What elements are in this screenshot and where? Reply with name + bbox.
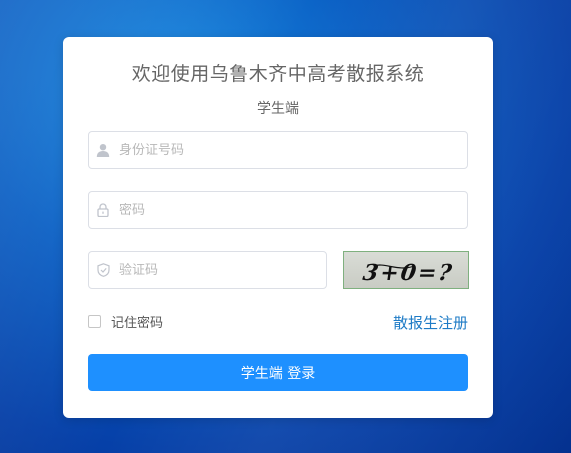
login-button[interactable]: 学生端 登录 bbox=[88, 354, 468, 391]
id-number-input[interactable] bbox=[119, 142, 422, 158]
captcha-input[interactable] bbox=[119, 262, 309, 278]
remember-checkbox[interactable] bbox=[88, 315, 101, 328]
password-field[interactable] bbox=[88, 191, 468, 229]
captcha-field[interactable] bbox=[88, 251, 327, 289]
shield-icon bbox=[96, 263, 110, 277]
password-input[interactable] bbox=[119, 202, 422, 218]
page-subtitle: 学生端 bbox=[257, 101, 299, 117]
login-card: 欢迎使用乌鲁木齐中高考散报系统 学生端 身份证号码 验证码 3+0=? 记住密码… bbox=[63, 37, 493, 418]
captcha-image[interactable]: 3+0=? bbox=[343, 251, 469, 289]
id-number-field[interactable] bbox=[88, 131, 468, 169]
captcha-text: 3+0=? bbox=[361, 260, 455, 286]
page-title: 欢迎使用乌鲁木齐中高考散报系统 bbox=[131, 63, 425, 85]
remember-password[interactable]: 记住密码 bbox=[88, 312, 163, 331]
register-link[interactable]: 散报生注册 bbox=[393, 312, 468, 333]
lock-icon bbox=[96, 203, 110, 217]
remember-label: 记住密码 bbox=[111, 316, 164, 331]
user-icon bbox=[96, 143, 110, 157]
